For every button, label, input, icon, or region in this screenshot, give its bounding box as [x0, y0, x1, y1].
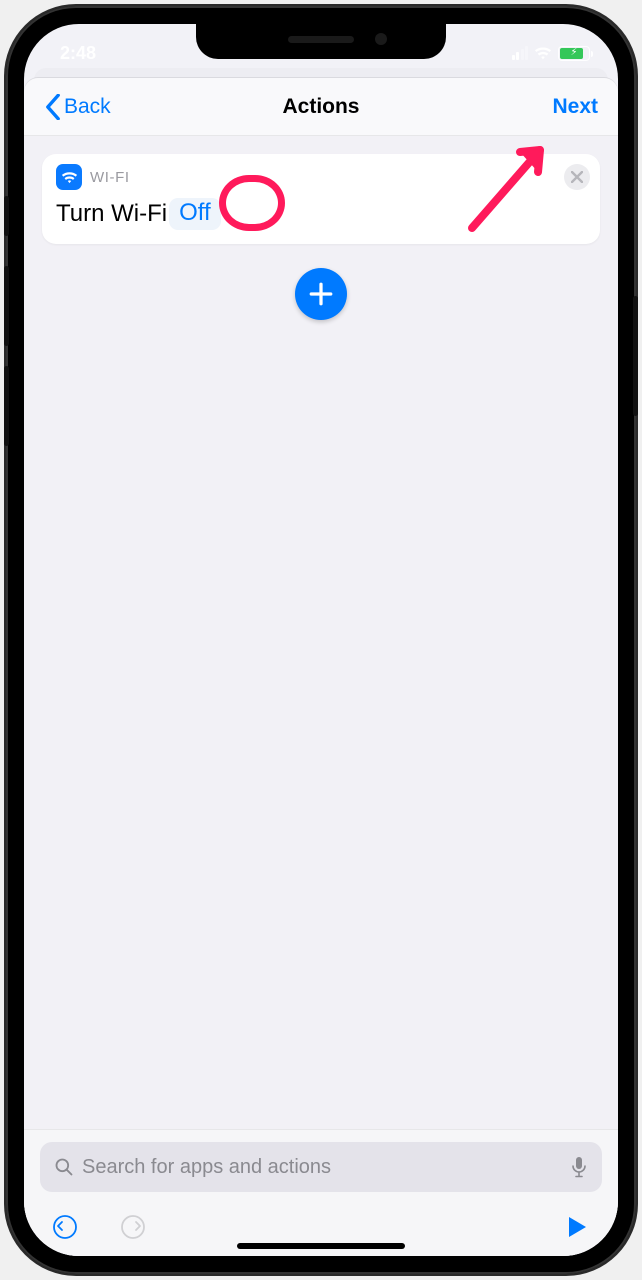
next-button[interactable]: Next [552, 95, 598, 119]
action-app-label: WI-FI [90, 169, 130, 186]
redo-icon [119, 1213, 147, 1241]
volume-down-button [4, 366, 9, 446]
page-title: Actions [24, 95, 618, 119]
action-phrase-prefix: Turn Wi-Fi [56, 200, 167, 228]
actions-sheet: Back Actions Next WI-FI [24, 78, 618, 1256]
dictation-button[interactable] [570, 1156, 588, 1178]
power-button [633, 296, 638, 416]
search-placeholder: Search for apps and actions [82, 1156, 562, 1179]
phone-frame: 2:48 ⚡︎ Back Actions Next [6, 6, 636, 1274]
close-icon [571, 171, 583, 183]
cellular-signal-icon [512, 46, 529, 60]
back-button[interactable]: Back [44, 94, 111, 120]
play-icon [566, 1215, 588, 1239]
back-label: Back [64, 95, 111, 119]
home-indicator[interactable] [237, 1243, 405, 1249]
plus-icon [308, 281, 334, 307]
undo-icon [51, 1213, 79, 1241]
search-input[interactable]: Search for apps and actions [40, 1142, 602, 1192]
redo-button[interactable] [116, 1210, 150, 1244]
wifi-status-icon [534, 44, 552, 62]
mute-switch [4, 196, 9, 236]
add-action-button[interactable] [295, 268, 347, 320]
volume-up-button [4, 266, 9, 346]
search-dock: Search for apps and actions [24, 1129, 618, 1256]
undo-button[interactable] [48, 1210, 82, 1244]
microphone-icon [570, 1156, 588, 1178]
remove-action-button[interactable] [564, 164, 590, 190]
status-time: 2:48 [60, 43, 96, 64]
screen: 2:48 ⚡︎ Back Actions Next [24, 24, 618, 1256]
action-card-wifi[interactable]: WI-FI Turn Wi-Fi Off [42, 154, 600, 244]
wifi-app-icon [56, 164, 82, 190]
editor-canvas: WI-FI Turn Wi-Fi Off [24, 136, 618, 320]
status-indicators: ⚡︎ [512, 44, 591, 62]
run-button[interactable] [560, 1210, 594, 1244]
battery-charging-icon: ⚡︎ [558, 46, 590, 61]
chevron-left-icon [44, 94, 62, 120]
editor-toolbar [40, 1192, 602, 1248]
wifi-state-token[interactable]: Off [169, 198, 221, 230]
search-icon [54, 1157, 74, 1177]
nav-bar: Back Actions Next [24, 78, 618, 136]
notch [196, 24, 446, 59]
